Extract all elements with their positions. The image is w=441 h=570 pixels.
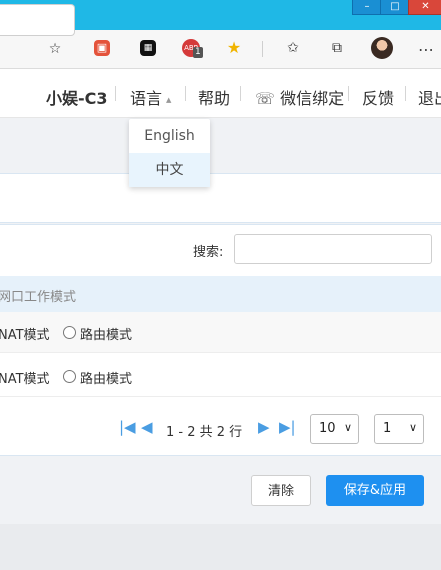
- prev-page-icon[interactable]: ◀: [141, 420, 153, 435]
- route-mode-label: 路由模式: [80, 372, 133, 387]
- table-header: 网口工作模式: [0, 276, 441, 312]
- collections-icon[interactable]: ⧉: [327, 38, 347, 58]
- section-panel: [0, 173, 441, 223]
- extension-tab-icon[interactable]: ▦: [140, 40, 156, 56]
- minimize-button[interactable]: –: [352, 0, 382, 15]
- page-number-select[interactable]: 1 ∨: [374, 414, 424, 444]
- header-divider: [115, 86, 116, 101]
- maximize-button[interactable]: □: [380, 0, 410, 15]
- header-divider: [240, 86, 241, 101]
- route-mode-label: 路由模式: [80, 328, 133, 343]
- favorite-add-icon[interactable]: ☆: [45, 39, 65, 59]
- page-footer: [0, 524, 441, 570]
- nat-mode-label: NAT模式: [0, 328, 50, 343]
- extension-red-icon[interactable]: ▣: [94, 40, 110, 56]
- wechat-icon: ☏: [255, 89, 276, 108]
- more-icon[interactable]: ⋯: [418, 40, 435, 59]
- page-size-value: 10: [319, 421, 336, 436]
- page-number-value: 1: [383, 421, 392, 436]
- wechat-bind-link[interactable]: ☏ 微信绑定: [255, 85, 344, 109]
- save-apply-button[interactable]: 保存&应用: [326, 475, 424, 506]
- header-divider: [185, 86, 186, 101]
- nat-mode-label: NAT模式: [0, 372, 50, 387]
- route-mode-radio[interactable]: [63, 326, 76, 339]
- language-menu[interactable]: 语言 ▲: [130, 85, 171, 109]
- next-page-icon[interactable]: ▶: [258, 420, 270, 435]
- header-divider: [405, 86, 406, 101]
- close-icon: ✕: [421, 1, 430, 12]
- pagination-range: 1 - 2 共 2 行: [166, 425, 243, 440]
- header-divider: [348, 86, 349, 101]
- language-dropdown: English 中文: [129, 119, 210, 187]
- logout-link[interactable]: 退出: [418, 85, 441, 109]
- toolbar-divider: [262, 41, 263, 57]
- language-label: 语言: [130, 89, 163, 108]
- search-input[interactable]: [234, 234, 432, 264]
- maximize-icon: □: [390, 1, 400, 12]
- last-page-icon[interactable]: ▶|: [279, 420, 296, 435]
- caret-up-icon: ▲: [166, 96, 172, 104]
- profile-avatar[interactable]: [371, 37, 393, 59]
- address-bar[interactable]: [0, 4, 75, 36]
- first-page-icon[interactable]: |◀: [119, 420, 136, 435]
- table-row: NAT模式 路由模式: [0, 356, 441, 397]
- favorites-icon[interactable]: ✩: [283, 38, 303, 58]
- chevron-down-icon: ∨: [408, 421, 417, 434]
- close-window-button[interactable]: ✕: [408, 0, 441, 15]
- chevron-down-icon: ∨: [343, 421, 352, 434]
- column-header-port-mode: 网口工作模式: [0, 290, 77, 305]
- feedback-link[interactable]: 反馈: [362, 85, 394, 109]
- extension-yellow-icon[interactable]: ★: [224, 38, 244, 58]
- language-option-english[interactable]: English: [129, 119, 210, 153]
- minimize-icon: –: [364, 1, 370, 12]
- adblock-count-badge: 1: [193, 47, 203, 58]
- language-option-chinese[interactable]: 中文: [129, 153, 210, 187]
- help-link[interactable]: 帮助: [198, 85, 230, 109]
- wechat-label: 微信绑定: [280, 89, 345, 108]
- route-mode-radio[interactable]: [63, 370, 76, 383]
- clear-button[interactable]: 清除: [251, 475, 311, 506]
- table-row: NAT模式 路由模式: [0, 312, 441, 353]
- search-label: 搜索:: [193, 245, 224, 260]
- page-size-select[interactable]: 10 ∨: [310, 414, 359, 444]
- device-name: 小娱-C3: [46, 89, 108, 108]
